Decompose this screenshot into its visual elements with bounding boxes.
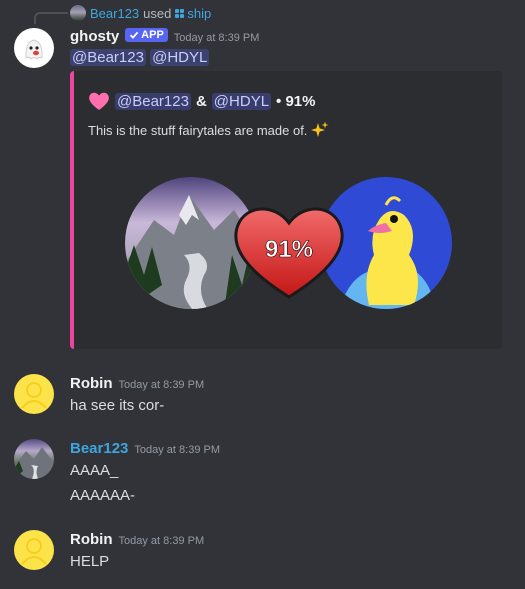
bear123-username[interactable]: Bear123 [70, 440, 128, 457]
command-name[interactable]: ship [175, 6, 211, 21]
robin2-timestamp: Today at 8:39 PM [118, 535, 205, 547]
robin1-header: Robin Today at 8:39 PM [70, 375, 204, 392]
embed-ampersand: & [195, 92, 207, 110]
command-reply-bar[interactable]: Bear123 used ship [70, 4, 211, 22]
bear123-message-2: AAAAAA- [70, 487, 136, 504]
app-badge-label: APP [141, 29, 164, 41]
user-silhouette-icon [21, 538, 47, 565]
checkmark-icon [130, 31, 139, 39]
reply-connector [34, 12, 68, 24]
embed-mention-bear123[interactable]: @Bear123 [115, 92, 191, 110]
robin1-username[interactable]: Robin [70, 375, 113, 392]
bear123-timestamp: Today at 8:39 PM [134, 444, 220, 456]
bear123-header: Bear123 Today at 8:39 PM [70, 440, 220, 457]
app-badge: APP [125, 28, 168, 42]
robin1-message: ha see its cor- [70, 397, 165, 414]
ghosty-username[interactable]: ghosty [70, 28, 119, 45]
robin2-username[interactable]: Robin [70, 531, 113, 548]
ship-image[interactable]: 91% [124, 175, 454, 311]
ghost-icon [25, 39, 43, 60]
bear123-avatar[interactable] [14, 439, 54, 479]
pink-heart-icon [89, 92, 109, 110]
user-silhouette-icon [21, 382, 47, 409]
embed-title: @Bear123 & @HDYL • 91% [88, 91, 316, 111]
reply-username[interactable]: Bear123 [90, 6, 139, 21]
reply-user-avatar[interactable] [70, 5, 86, 21]
robin1-timestamp: Today at 8:39 PM [118, 379, 205, 391]
command-label: ship [187, 5, 212, 21]
robin2-header: Robin Today at 8:39 PM [70, 531, 204, 548]
robin2-message: HELP [70, 553, 110, 570]
ship-embed: @Bear123 & @HDYL • 91% This is the stuff… [70, 71, 502, 349]
mention-bear123[interactable]: @Bear123 [70, 49, 146, 66]
grid-icon [175, 8, 185, 18]
bear123-message-1: AAAA_ [70, 462, 119, 479]
sparkles-icon [311, 121, 329, 137]
embed-description: This is the stuff fairytales are made of… [88, 121, 329, 139]
reply-used-label: used [143, 5, 172, 21]
embed-description-text: This is the stuff fairytales are made of… [88, 122, 308, 138]
ghosty-mentions: @Bear123 @HDYL [70, 49, 210, 66]
robin-avatar[interactable] [14, 374, 54, 414]
mountain-icon [14, 447, 54, 479]
robin-avatar-2[interactable] [14, 530, 54, 570]
ghosty-avatar[interactable] [14, 28, 54, 68]
mention-hdyl[interactable]: @HDYL [150, 49, 210, 66]
ghosty-header: ghosty APP Today at 8:39 PM [70, 28, 259, 45]
embed-score: • 91% [276, 92, 316, 110]
embed-mention-hdyl[interactable]: @HDYL [211, 92, 272, 110]
heart-percent: 91% [265, 236, 313, 263]
ghosty-timestamp: Today at 8:39 PM [173, 32, 260, 44]
